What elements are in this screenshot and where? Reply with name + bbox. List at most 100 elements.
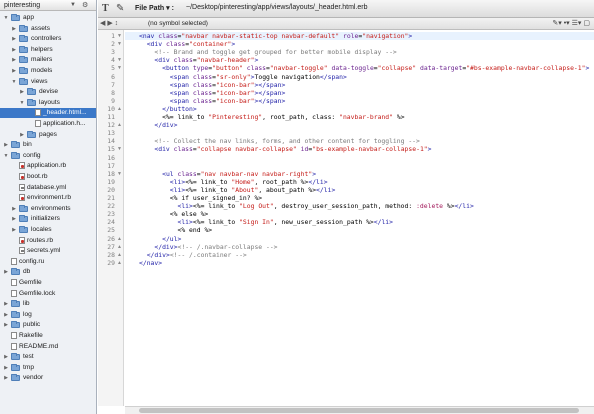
chevron-down-icon[interactable]: ▼ (70, 0, 76, 11)
disclosure-closed-icon[interactable]: ▶ (3, 310, 9, 320)
fold-marker-icon[interactable]: ▲ (117, 259, 122, 267)
disclosure-closed-icon[interactable]: ▶ (19, 130, 25, 140)
fold-marker-icon[interactable]: ▲ (117, 243, 122, 251)
file-item[interactable]: database.yml (0, 183, 96, 193)
disclosure-closed-icon[interactable]: ▶ (3, 352, 9, 362)
fold-marker-icon[interactable]: ▼ (117, 145, 122, 153)
project-header[interactable]: pinteresting ▼ ⚙ (0, 0, 96, 11)
code-line[interactable]: <!-- Collect the nav links, forms, and o… (139, 137, 420, 145)
disclosure-closed-icon[interactable]: ▶ (3, 299, 9, 309)
code-line[interactable]: <nav class="navbar navbar-static-top nav… (125, 32, 594, 40)
code-line[interactable]: <div class="navbar-header"> (139, 56, 258, 64)
navigation-arrows-icon[interactable]: ◀ ▶ ↕ (100, 19, 118, 29)
disclosure-closed-icon[interactable]: ▶ (11, 55, 17, 65)
disclosure-closed-icon[interactable]: ▶ (11, 34, 17, 44)
file-item[interactable]: README.md (0, 342, 96, 352)
disclosure-open-icon[interactable]: ▼ (3, 13, 9, 23)
disclosure-open-icon[interactable]: ▼ (11, 77, 17, 87)
code-line[interactable]: <div class="container"> (139, 40, 236, 48)
file-item[interactable]: config.ru (0, 257, 96, 267)
disclosure-closed-icon[interactable]: ▶ (11, 24, 17, 34)
code-line[interactable]: </nav> (139, 259, 162, 267)
disclosure-closed-icon[interactable]: ▶ (11, 45, 17, 55)
disclosure-closed-icon[interactable]: ▶ (11, 66, 17, 76)
fold-marker-icon[interactable]: ▼ (117, 170, 122, 178)
fold-marker-icon[interactable]: ▼ (117, 64, 122, 72)
folder-item[interactable]: ▼ layouts (0, 98, 96, 108)
folder-item[interactable]: ▶ db (0, 267, 96, 277)
code-line[interactable]: </div> (139, 121, 177, 129)
disclosure-closed-icon[interactable]: ▶ (3, 320, 9, 330)
fold-marker-icon[interactable]: ▼ (117, 56, 122, 64)
disclosure-closed-icon[interactable]: ▶ (19, 87, 25, 97)
folder-item[interactable]: ▼ app (0, 13, 96, 23)
folder-item[interactable]: ▼ config (0, 151, 96, 161)
folder-item[interactable]: ▶ models (0, 66, 96, 76)
file-item[interactable]: application.rb (0, 161, 96, 171)
folder-item[interactable]: ▶ public (0, 320, 96, 330)
disclosure-closed-icon[interactable]: ▶ (3, 373, 9, 383)
text-tool-icon[interactable]: T (102, 3, 109, 14)
folder-item[interactable]: ▶ locales (0, 225, 96, 235)
fold-marker-icon[interactable]: ▲ (117, 121, 122, 129)
file-item[interactable]: Gemfile (0, 278, 96, 288)
code-line[interactable]: <div class="collapse navbar-collapse" id… (139, 145, 431, 153)
folder-item[interactable]: ▶ vendor (0, 373, 96, 383)
file-item[interactable]: secrets.yml (0, 246, 96, 256)
file-item[interactable]: application.h... (0, 119, 96, 129)
code-line[interactable]: </ul> (139, 235, 181, 243)
pencil-icon[interactable]: ✎ (116, 3, 124, 14)
code-line[interactable]: <% else %> (139, 210, 209, 218)
code-line[interactable]: <!-- Brand and toggle get grouped for be… (139, 48, 396, 56)
folder-item[interactable]: ▶ helpers (0, 45, 96, 55)
code-line[interactable]: <span class="icon-bar"></span> (139, 97, 286, 105)
code-line[interactable]: <% end %> (139, 226, 212, 234)
folder-item[interactable]: ▶ environments (0, 204, 96, 214)
code-line[interactable]: <span class="icon-bar"></span> (139, 89, 286, 97)
file-item[interactable]: environment.rb (0, 193, 96, 203)
file-item[interactable]: Rakefile (0, 331, 96, 341)
code-area[interactable]: <nav class="navbar navbar-static-top nav… (125, 30, 594, 406)
gear-icon[interactable]: ⚙ (82, 0, 88, 11)
code-line[interactable]: </div><!-- /.container --> (139, 251, 247, 259)
fold-marker-icon[interactable]: ▼ (117, 40, 122, 48)
disclosure-open-icon[interactable]: ▼ (3, 151, 9, 161)
fold-marker-icon[interactable]: ▼ (117, 32, 122, 40)
folder-item[interactable]: ▶ assets (0, 24, 96, 34)
code-line[interactable]: <span class="icon-bar"></span> (139, 81, 286, 89)
code-line[interactable]: <li><%= link_to "About", about_path %></… (139, 186, 336, 194)
folder-item[interactable]: ▶ tmp (0, 363, 96, 373)
scrollbar-thumb[interactable] (139, 408, 579, 413)
folder-item[interactable]: ▶ test (0, 352, 96, 362)
folder-item[interactable]: ▶ lib (0, 299, 96, 309)
disclosure-closed-icon[interactable]: ▶ (11, 225, 17, 235)
fold-marker-icon[interactable]: ▲ (117, 235, 122, 243)
fold-marker-icon[interactable]: ▲ (117, 251, 122, 259)
disclosure-closed-icon[interactable]: ▶ (3, 140, 9, 150)
folder-item[interactable]: ▶ mailers (0, 55, 96, 65)
code-line[interactable]: <li><%= link_to "Log Out", destroy_user_… (139, 202, 473, 210)
disclosure-open-icon[interactable]: ▼ (19, 98, 25, 108)
folder-item[interactable]: ▶ log (0, 310, 96, 320)
disclosure-closed-icon[interactable]: ▶ (11, 214, 17, 224)
code-line[interactable]: <% if user_signed_in? %> (139, 194, 262, 202)
folder-item[interactable]: ▶ pages (0, 130, 96, 140)
disclosure-closed-icon[interactable]: ▶ (3, 363, 9, 373)
code-line[interactable]: <li><%= link_to "Sign In", new_user_sess… (139, 218, 393, 226)
code-line[interactable]: <span class="sr-only">Toggle navigation<… (139, 73, 347, 81)
code-line[interactable]: <button type="button" class="navbar-togg… (139, 64, 589, 72)
code-line[interactable]: </div><!-- /.navbar-collapse --> (139, 243, 277, 251)
file-path-label[interactable]: File Path ▾ : (135, 4, 174, 12)
file-item[interactable]: Gemfile.lock (0, 289, 96, 299)
file-item[interactable]: boot.rb (0, 172, 96, 182)
code-line[interactable]: <%= link_to "Pinteresting", root_path, c… (139, 113, 404, 121)
folder-item[interactable]: ▶ initializers (0, 214, 96, 224)
symbol-bar-tools-icon[interactable]: ✎▾ •▾ ☰▾ ▢ (552, 19, 590, 29)
symbol-selector[interactable]: (no symbol selected) (134, 19, 212, 28)
disclosure-closed-icon[interactable]: ▶ (3, 267, 9, 277)
folder-item[interactable]: ▶ devise (0, 87, 96, 97)
code-line[interactable]: <li><%= link_to "Home", root_path %></li… (139, 178, 328, 186)
folder-item[interactable]: ▶ controllers (0, 34, 96, 44)
folder-item[interactable]: ▶ bin (0, 140, 96, 150)
disclosure-closed-icon[interactable]: ▶ (11, 204, 17, 214)
